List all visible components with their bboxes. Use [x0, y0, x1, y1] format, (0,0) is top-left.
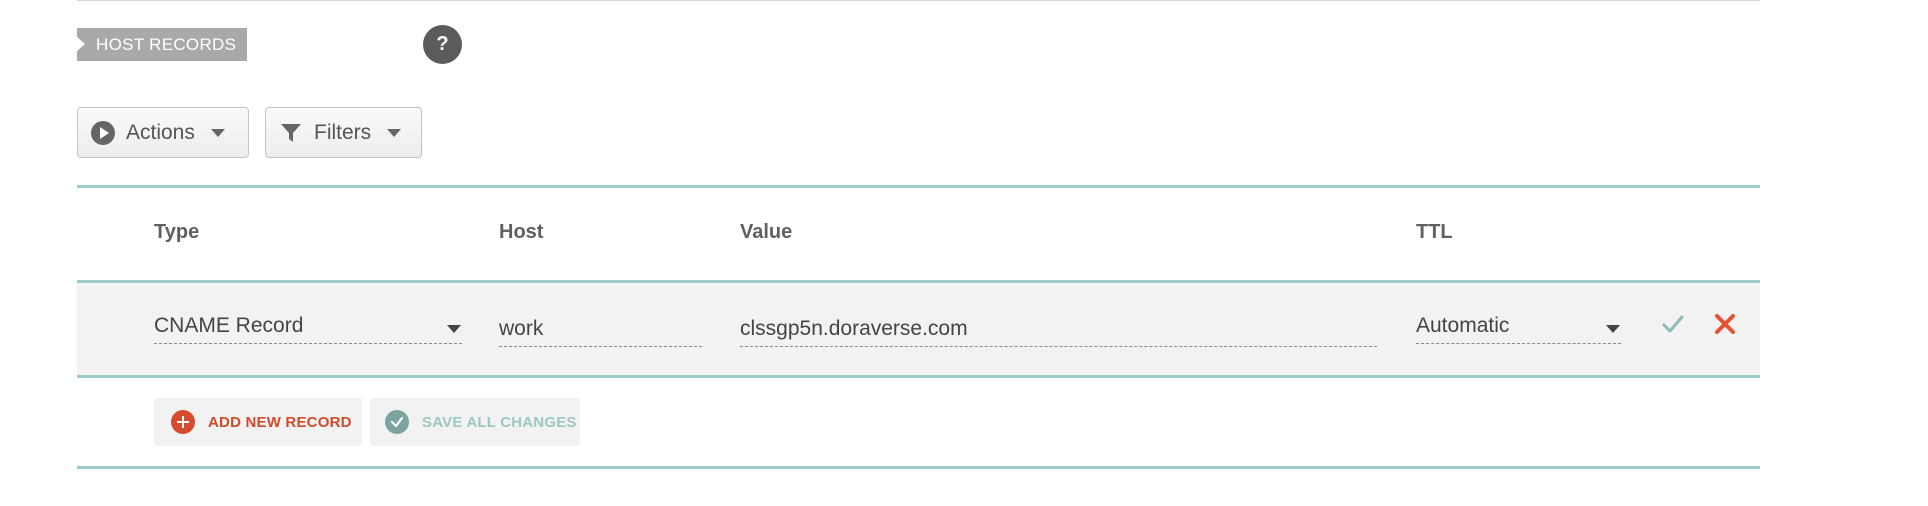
column-header-value: Value	[740, 221, 793, 243]
table-bottom-divider	[77, 466, 1760, 469]
chevron-down-icon	[210, 128, 225, 137]
funnel-icon	[281, 123, 301, 142]
filters-dropdown-button[interactable]: Filters	[265, 107, 422, 158]
help-button[interactable]: ?	[423, 25, 462, 64]
chevron-down-icon	[1606, 325, 1620, 333]
save-all-changes-label: SAVE ALL CHANGES	[422, 413, 577, 431]
play-circle-icon	[91, 120, 115, 145]
question-mark-icon: ?	[436, 33, 449, 55]
row-bottom-divider	[77, 375, 1760, 378]
value-value: clssgp5n.doraverse.com	[740, 317, 968, 340]
ttl-value: Automatic	[1416, 314, 1510, 337]
value-input[interactable]: clssgp5n.doraverse.com	[740, 315, 1377, 347]
actions-label: Actions	[126, 120, 195, 144]
save-all-changes-button[interactable]: SAVE ALL CHANGES	[370, 398, 580, 446]
section-title-label: HOST RECORDS	[96, 34, 237, 54]
add-new-record-label: ADD NEW RECORD	[208, 413, 352, 431]
section-title: HOST RECORDS	[77, 28, 247, 61]
column-header-ttl: TTL	[1416, 221, 1453, 243]
column-header-type: Type	[154, 221, 200, 243]
record-type-value: CNAME Record	[154, 314, 304, 337]
top-divider	[77, 0, 1760, 1]
plus-circle-icon	[171, 410, 195, 434]
chevron-down-icon	[447, 325, 461, 333]
close-icon[interactable]	[1710, 309, 1740, 339]
chevron-down-icon	[387, 128, 402, 137]
checkmark-icon[interactable]	[1658, 309, 1688, 339]
check-circle-icon	[385, 410, 409, 434]
host-input[interactable]: work	[499, 315, 702, 347]
add-new-record-button[interactable]: ADD NEW RECORD	[154, 398, 362, 446]
record-type-select[interactable]: CNAME Record	[154, 312, 462, 344]
host-value: work	[499, 317, 544, 340]
ttl-select[interactable]: Automatic	[1416, 312, 1621, 344]
actions-dropdown-button[interactable]: Actions	[77, 107, 249, 158]
filters-label: Filters	[314, 120, 372, 144]
table-top-divider	[77, 185, 1760, 188]
column-header-host: Host	[499, 221, 544, 243]
